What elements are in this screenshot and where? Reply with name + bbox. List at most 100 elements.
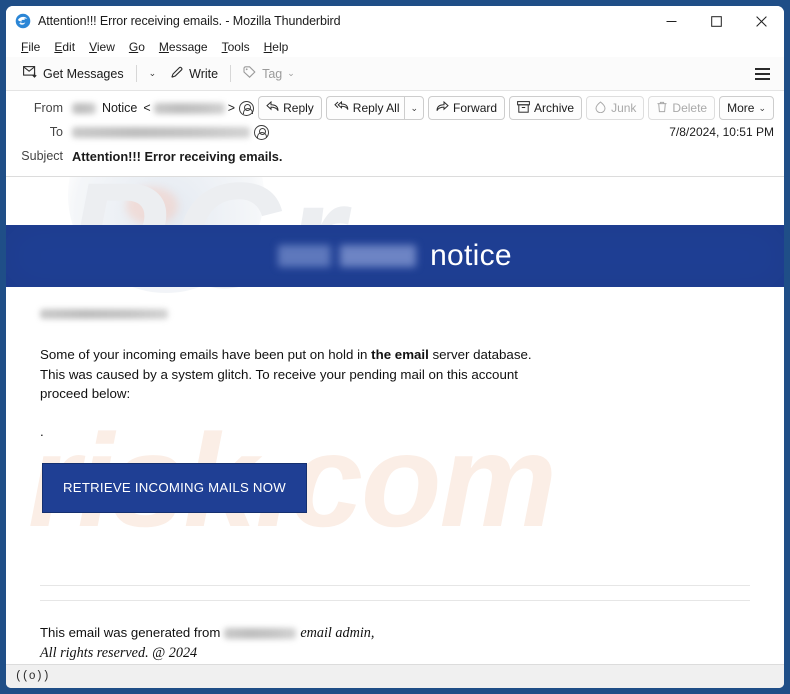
write-button[interactable]: Write (163, 61, 225, 86)
app-menu-button[interactable] (747, 62, 778, 86)
toolbar-divider-2 (230, 65, 232, 82)
from-display-name[interactable]: Notice (102, 101, 137, 115)
menu-edit-label: dit (62, 39, 76, 54)
tag-chevron-down-icon: ⌄ (287, 68, 295, 78)
subject-value: Attention!!! Error receiving emails. (72, 148, 283, 164)
reply-icon (266, 100, 279, 115)
retrieve-incoming-mails-button[interactable]: RETRIEVE INCOMING MAILS NOW (42, 463, 307, 513)
reply-all-dropdown[interactable]: ⌄ (404, 96, 425, 120)
toolbar-divider-1 (135, 65, 137, 82)
chevron-down-icon: ⌄ (410, 102, 419, 113)
menu-help-label: elp (272, 39, 289, 54)
subject-label: Subject (21, 149, 63, 163)
email-message-content: Some of your incoming emails have been p… (6, 287, 784, 513)
get-messages-dropdown[interactable]: ⌄ (142, 64, 164, 83)
body-line-1-bold: the email (371, 347, 429, 362)
thunderbird-window: Attention!!! Error receiving emails. - M… (6, 6, 784, 688)
tag-button[interactable]: Tag ⌄ (236, 61, 302, 86)
get-messages-button[interactable]: Get Messages (16, 61, 131, 86)
footer-rights: All rights reserved. @ 2024 (40, 644, 198, 661)
menu-tools[interactable]: Tools (215, 38, 257, 56)
reply-all-split-button: Reply All ⌄ (325, 96, 425, 120)
menu-go-label: o (138, 39, 145, 54)
body-line-2: This was caused by a system glitch. To r… (40, 366, 518, 382)
body-line-1a: Some of your incoming emails have been p… (40, 347, 372, 362)
more-label: More (727, 101, 755, 115)
to-label: To (49, 125, 63, 139)
footer-line-1: This email was generated from email admin… (40, 623, 750, 643)
footer-suffix: email admin, (300, 624, 375, 641)
reply-button[interactable]: Reply (258, 96, 322, 120)
menu-view-accel: V (89, 39, 97, 54)
subject-row: Subject Attention!!! Error receiving ema… (16, 144, 774, 168)
close-button[interactable] (739, 6, 784, 36)
get-messages-icon (23, 65, 38, 82)
maximize-button[interactable] (694, 6, 739, 36)
menu-help-accel: H (263, 39, 273, 54)
write-label: Write (189, 66, 219, 81)
reply-label: Reply (283, 101, 314, 115)
junk-button[interactable]: Junk (586, 96, 645, 120)
email-body: PCr risk.com notice Some of your incomin… (6, 177, 784, 664)
message-actions: Reply Reply All ⌄ Forward Archive Junk D… (258, 96, 774, 120)
status-bar: ((o)) (6, 664, 784, 688)
menu-tools-label: ools (227, 39, 250, 54)
junk-label: Junk (611, 101, 637, 115)
archive-button[interactable]: Archive (509, 96, 583, 120)
archive-label: Archive (534, 101, 575, 115)
menu-message-label: essage (168, 39, 208, 54)
menu-go[interactable]: Go (122, 38, 152, 56)
message-header: From Notice < > Reply Reply All ⌄ Forwar… (6, 91, 784, 177)
menu-edit[interactable]: Edit (47, 38, 82, 56)
from-contact-avatar-icon[interactable] (239, 100, 255, 116)
delete-button[interactable]: Delete (648, 96, 716, 120)
menu-view-label: iew (96, 39, 115, 54)
menu-go-accel: G (128, 39, 139, 54)
menu-message[interactable]: Message (152, 38, 215, 56)
email-banner: notice (6, 225, 784, 287)
body-line-1: Some of your incoming emails have been p… (40, 345, 750, 365)
from-row: From Notice < > Reply Reply All ⌄ Forwar… (16, 96, 774, 120)
reply-all-button[interactable]: Reply All (325, 96, 405, 120)
menu-help[interactable]: Help (257, 38, 296, 56)
window-title: Attention!!! Error receiving emails. - M… (38, 14, 341, 28)
recipient-address-redacted (40, 309, 168, 319)
email-footer: This email was generated from email admin… (6, 601, 784, 663)
trash-icon (656, 101, 668, 116)
more-button[interactable]: More ⌄ (719, 96, 774, 120)
banner-title: notice (430, 239, 512, 272)
banner-logo-redacted (278, 245, 417, 267)
reply-all-icon (334, 100, 349, 115)
body-line-3: proceed below: (40, 386, 131, 401)
pencil-icon (170, 65, 184, 82)
from-bracket-open: < (143, 101, 151, 115)
chevron-down-icon: ⌄ (758, 102, 766, 113)
window-controls (649, 6, 784, 36)
body-dot: . (40, 423, 44, 439)
main-toolbar: Get Messages ⌄ Write Tag ⌄ (6, 57, 784, 91)
forward-icon (436, 100, 449, 115)
menu-file[interactable]: File (14, 38, 47, 56)
menu-file-label: ile (28, 39, 41, 54)
archive-icon (517, 100, 530, 116)
thunderbird-icon (15, 13, 31, 29)
email-top-spacer (6, 177, 784, 225)
to-contact-avatar-icon[interactable] (254, 124, 269, 140)
delete-label: Delete (672, 101, 708, 115)
forward-button[interactable]: Forward (428, 96, 506, 120)
footer-domain-redacted (224, 627, 297, 639)
footer-divider-1 (40, 584, 750, 586)
forward-label: Forward (453, 101, 498, 115)
to-row: To 7/8/2024, 10:51 PM (16, 120, 774, 144)
tag-icon (243, 65, 257, 82)
connection-indicator-icon: ((o)) (15, 670, 50, 683)
tag-label: Tag (262, 66, 283, 81)
menu-bar: File Edit View Go Message Tools Help (6, 36, 784, 57)
get-messages-label: Get Messages (43, 66, 124, 81)
footer-prefix: This email was generated from (40, 624, 221, 640)
from-bracket-close: > (227, 101, 236, 115)
menu-view[interactable]: View (82, 38, 122, 56)
message-date: 7/8/2024, 10:51 PM (669, 125, 774, 139)
minimize-button[interactable] (649, 6, 694, 36)
menu-message-accel: M (158, 39, 169, 54)
